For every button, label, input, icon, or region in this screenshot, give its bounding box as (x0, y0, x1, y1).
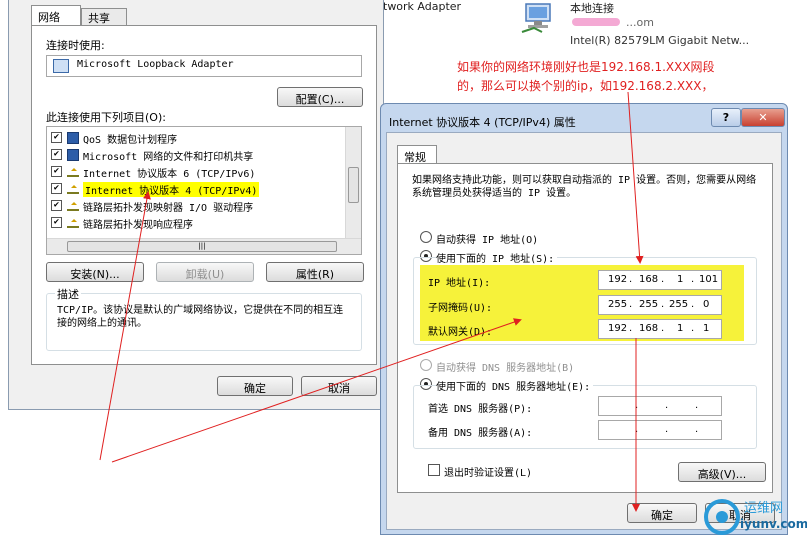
vertical-scrollbar[interactable] (345, 127, 361, 239)
window-title: Internet 协议版本 4 (TCP/IPv4) 属性 (389, 116, 576, 129)
watermark-logo-icon (704, 499, 740, 535)
tab-general[interactable]: 常规 (397, 145, 437, 164)
adapter-icon (53, 59, 69, 73)
subnet-mask-field[interactable]: 255. 255. 255. 0 (598, 295, 722, 315)
advanced-button[interactable]: 高级(V)... (678, 462, 766, 482)
redacted-mark (572, 18, 620, 26)
install-button[interactable]: 安装(N)... (46, 262, 144, 282)
ip-address-label: IP 地址(I): (428, 278, 491, 289)
scroll-thumb[interactable] (348, 167, 359, 203)
validate-label: 退出时验证设置(L) (444, 468, 533, 479)
uninstall-button: 卸载(U) (156, 262, 254, 282)
horizontal-scrollbar[interactable]: ||| (47, 238, 361, 254)
site-watermark: 运维网 iyunv.com (700, 495, 807, 540)
connection-name: 本地连接 (570, 2, 614, 15)
ipv4-properties-window: Internet 协议版本 4 (TCP/IPv4) 属性 ? ✕ 常规 如果网… (380, 103, 788, 535)
items-label: 此连接使用下列项目(O): (46, 111, 166, 124)
protocol-icon (67, 202, 79, 211)
watermark-line-2: iyunv.com (740, 517, 807, 531)
auto-dns-label: 自动获得 DNS 服务器地址(B) (436, 363, 575, 374)
network-connection-icon (521, 3, 551, 33)
item-label: 链路层拓扑发现响应程序 (83, 220, 193, 231)
intro-text: 如果网络支持此功能，则可以获取自动指派的 IP 设置。否则，您需要从网络系统管理… (412, 175, 757, 199)
preferred-dns-label: 首选 DNS 服务器(P): (428, 404, 533, 415)
validate-checkbox[interactable] (428, 464, 440, 476)
auto-ip-radio[interactable] (420, 231, 432, 243)
connect-using-label: 连接时使用: (46, 39, 105, 52)
network-service-icon (67, 149, 79, 161)
adapter-name: Intel(R) 82579LM Gigabit Netw... (570, 34, 750, 47)
item-checkbox[interactable]: ✔ (51, 132, 62, 143)
gateway-label: 默认网关(D): (428, 327, 493, 338)
configure-button[interactable]: 配置(C)... (277, 87, 363, 107)
watermark-line-1: 运维网 (744, 501, 784, 516)
connection-sub: ...om (626, 16, 654, 29)
item-checkbox[interactable]: ✔ (51, 200, 62, 211)
network-tab-panel: 连接时使用: Microsoft Loopback Adapter 配置(C).… (31, 25, 377, 365)
close-button[interactable]: ✕ (741, 108, 785, 127)
annotation-line-1: 如果你的网络环境刚好也是192.168.1.XXX网段 (457, 60, 715, 74)
item-label: 链路层拓扑发现映射器 I/O 驱动程序 (83, 203, 254, 214)
left-ok-button[interactable]: 确定 (217, 376, 293, 396)
network-service-icon (67, 132, 79, 144)
ip-address-field[interactable]: 192. 168. 1. 101 (598, 270, 722, 290)
item-label: Internet 协议版本 4 (TCP/IPv4) (83, 182, 260, 197)
item-checkbox[interactable]: ✔ (51, 183, 62, 194)
component-list[interactable]: ✔ QoS 数据包计划程序 ✔ Microsoft 网络的文件和打印机共享 ✔ … (46, 126, 362, 255)
alternate-dns-field[interactable]: ... (598, 420, 722, 440)
adapter-field: Microsoft Loopback Adapter (46, 55, 362, 77)
dialog-body: 常规 如果网络支持此功能，则可以获取自动指派的 IP 设置。否则，您需要从网络系… (386, 132, 782, 530)
subnet-mask-label: 子网掩码(U): (428, 303, 493, 314)
item-label: Microsoft 网络的文件和打印机共享 (83, 152, 254, 163)
general-tab-panel: 如果网络支持此功能，则可以获取自动指派的 IP 设置。否则，您需要从网络系统管理… (397, 163, 773, 493)
item-checkbox[interactable]: ✔ (51, 217, 62, 228)
protocol-icon (67, 185, 79, 194)
scroll-thumb[interactable]: ||| (67, 241, 337, 252)
description-title: 描述 (55, 286, 81, 302)
alternate-dns-label: 备用 DNS 服务器(A): (428, 428, 533, 439)
adapter-name-text: Microsoft Loopback Adapter (77, 59, 234, 70)
item-checkbox[interactable]: ✔ (51, 149, 62, 160)
ipv4-ok-button[interactable]: 确定 (627, 503, 697, 523)
manual-ip-label: 使用下面的 IP 地址(S): (436, 250, 558, 265)
protocol-icon (67, 168, 79, 177)
annotation-line-2: 的，那么可以换个别的ip，如192.168.2.XXX， (457, 79, 714, 93)
background-adapter-text: twork Adapter (383, 0, 462, 13)
gateway-field[interactable]: 192. 168. 1. 1 (598, 319, 722, 339)
description-text: TCP/IP。该协议是默认的广域网络协议，它提供在不同的相互连接的网络上的通讯。 (57, 305, 344, 329)
auto-ip-label: 自动获得 IP 地址(O) (436, 235, 539, 246)
auto-dns-radio (420, 359, 432, 371)
adapter-properties-window: 网络 共享 连接时使用: Microsoft Loopback Adapter … (8, 0, 384, 410)
left-cancel-button[interactable]: 取消 (301, 376, 377, 396)
tab-network[interactable]: 网络 (31, 5, 81, 26)
preferred-dns-field[interactable]: ... (598, 396, 722, 416)
description-group: 描述 TCP/IP。该协议是默认的广域网络协议，它提供在不同的相互连接的网络上的… (46, 286, 362, 351)
properties-button[interactable]: 属性(R) (266, 262, 364, 282)
item-label: QoS 数据包计划程序 (83, 135, 178, 146)
tab-sharing[interactable]: 共享 (81, 8, 127, 26)
manual-dns-label: 使用下面的 DNS 服务器地址(E): (436, 378, 594, 393)
item-label: Internet 协议版本 6 (TCP/IPv6) (83, 169, 256, 180)
protocol-icon (67, 219, 79, 228)
item-checkbox[interactable]: ✔ (51, 166, 62, 177)
help-button[interactable]: ? (711, 108, 741, 127)
